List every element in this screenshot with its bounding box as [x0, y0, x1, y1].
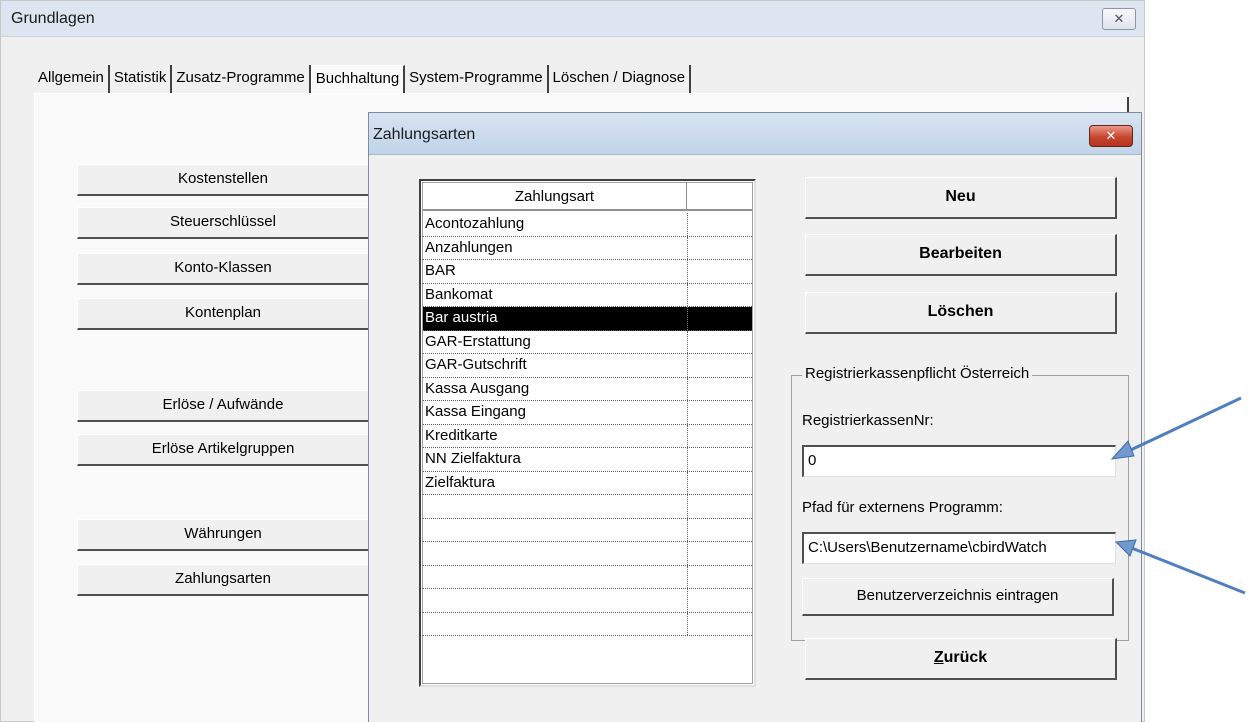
list-column-separator	[687, 448, 688, 471]
list-column-separator	[687, 518, 688, 541]
tab-zusatz-programme[interactable]: Zusatz-Programme	[172, 65, 311, 93]
list-item[interactable]: Bar austria	[423, 307, 752, 331]
list-item-label: Zielfaktura	[425, 473, 496, 491]
list-item-label: Kassa Eingang	[425, 403, 526, 420]
erloese-artikelgruppen-button[interactable]: Erlöse Artikelgruppen	[77, 434, 370, 466]
group-legend: Registrierkassenpflicht Österreich	[802, 365, 1033, 382]
tab-loeschen-diagnose[interactable]: Löschen / Diagnose	[549, 65, 692, 93]
zurueck-button[interactable]: Zurück	[805, 638, 1117, 680]
list-item[interactable]: BAR	[423, 260, 752, 284]
list-item-label: NN Zielfaktura	[425, 450, 521, 467]
konto-klassen-button[interactable]: Konto-Klassen	[77, 253, 370, 285]
list-item-label: Bankomat	[425, 285, 493, 303]
list-item[interactable]: Anzahlungen	[423, 236, 752, 260]
kostenstellen-button[interactable]: Kostenstellen	[77, 164, 370, 196]
list-item[interactable]: Bankomat	[423, 283, 752, 307]
list-item-label: Bar austria	[425, 309, 498, 326]
list-column-separator	[687, 401, 688, 424]
list-item[interactable]	[423, 612, 752, 636]
window-title: Grundlagen	[11, 10, 95, 27]
registrierkassennr-input[interactable]: 0	[802, 445, 1116, 477]
waehrungen-button[interactable]: Währungen	[77, 519, 370, 551]
list-column-separator	[687, 307, 688, 330]
pfad-label: Pfad für externens Programm:	[802, 499, 1003, 516]
list-column-separator	[687, 565, 688, 588]
tab-statistik[interactable]: Statistik	[110, 65, 173, 93]
column-header-zahlungsart[interactable]: Zahlungsart	[423, 183, 687, 211]
benutzerverzeichnis-button[interactable]: Benutzerverzeichnis eintragen	[802, 578, 1114, 616]
tab-buchhaltung[interactable]: Buchhaltung	[310, 65, 406, 95]
window-close-button[interactable]: ✕	[1102, 8, 1136, 30]
registrierkasse-group: Registrierkassenpflicht Österreich Regis…	[791, 365, 1129, 641]
pfad-input[interactable]: C:\Users\Benutzername\cbirdWatch	[802, 532, 1116, 564]
dialog-close-button[interactable]: ✕	[1089, 125, 1133, 147]
list-item[interactable]: Zielfaktura	[423, 471, 752, 495]
list-column-separator	[687, 424, 688, 447]
tab-system-programme[interactable]: System-Programme	[405, 65, 549, 93]
list-item[interactable]	[423, 542, 752, 566]
list-column-separator	[687, 471, 688, 494]
list-item-label: GAR-Erstattung	[425, 332, 531, 350]
list-item[interactable]	[423, 495, 752, 519]
list-item-label: GAR-Gutschrift	[425, 356, 527, 373]
zurueck-label: urück	[943, 649, 988, 666]
list-item[interactable]: Kassa Ausgang	[423, 377, 752, 401]
list-item[interactable]: Kreditkarte	[423, 424, 752, 448]
list-column-separator	[687, 495, 688, 518]
list-column-separator	[687, 354, 688, 377]
list-column-separator	[687, 542, 688, 565]
zahlungsarten-button[interactable]: Zahlungsarten	[77, 564, 370, 596]
zahlungsart-list[interactable]: Zahlungsart Acontozahlung Anzahlungen BAR B…	[419, 179, 756, 687]
list-item[interactable]: NN Zielfaktura	[423, 448, 752, 472]
list-item-label: Acontozahlung	[425, 215, 525, 232]
registrierkassennr-label: RegistrierkassenNr:	[802, 412, 934, 429]
list-item[interactable]: GAR-Gutschrift	[423, 354, 752, 378]
list-item-label: Anzahlungen	[425, 238, 513, 256]
dialog-titlebar: Zahlungsarten ✕	[369, 113, 1141, 155]
list-frame: Zahlungsart Acontozahlung Anzahlungen BAR B…	[422, 182, 753, 684]
list-column-separator	[687, 330, 688, 353]
list-item-label: BAR	[425, 262, 456, 279]
list-rows: Acontozahlung Anzahlungen BAR Bankomat Bar a…	[423, 213, 752, 636]
window-titlebar: Grundlagen ✕	[1, 1, 1144, 37]
kontenplan-button[interactable]: Kontenplan	[77, 298, 370, 330]
tab-allgemein[interactable]: Allgemein	[34, 65, 110, 93]
list-item[interactable]	[423, 589, 752, 613]
list-item[interactable]: Kassa Eingang	[423, 401, 752, 425]
steuerschluessel-button[interactable]: Steuerschlüssel	[77, 207, 370, 239]
erloese-aufwaende-button[interactable]: Erlöse / Aufwände	[77, 390, 370, 422]
list-header: Zahlungsart	[423, 183, 752, 211]
list-column-separator	[687, 236, 688, 259]
list-column-separator	[687, 589, 688, 612]
zahlungsarten-dialog: Zahlungsarten ✕ Zahlungsart Acontozahlun…	[368, 112, 1142, 722]
list-column-separator	[687, 213, 688, 236]
list-item[interactable]: Acontozahlung	[423, 213, 752, 237]
list-column-separator	[687, 377, 688, 400]
list-item-label: Kreditkarte	[425, 426, 498, 444]
neu-button[interactable]: Neu	[805, 177, 1117, 219]
bearbeiten-button[interactable]: Bearbeiten	[805, 234, 1117, 276]
list-item[interactable]	[423, 565, 752, 589]
zurueck-accelerator: Z	[933, 649, 944, 666]
loeschen-button[interactable]: Löschen	[805, 292, 1117, 334]
list-item-label: Kassa Ausgang	[425, 379, 530, 397]
list-column-separator	[687, 260, 688, 283]
list-column-separator	[687, 612, 688, 635]
list-item[interactable]	[423, 518, 752, 542]
list-column-separator	[687, 283, 688, 306]
dialog-title: Zahlungsarten	[373, 126, 476, 143]
list-item[interactable]: GAR-Erstattung	[423, 330, 752, 354]
column-header-extra	[687, 183, 753, 211]
tab-strip: Allgemein Statistik Zusatz-Programme Buc…	[34, 65, 692, 95]
